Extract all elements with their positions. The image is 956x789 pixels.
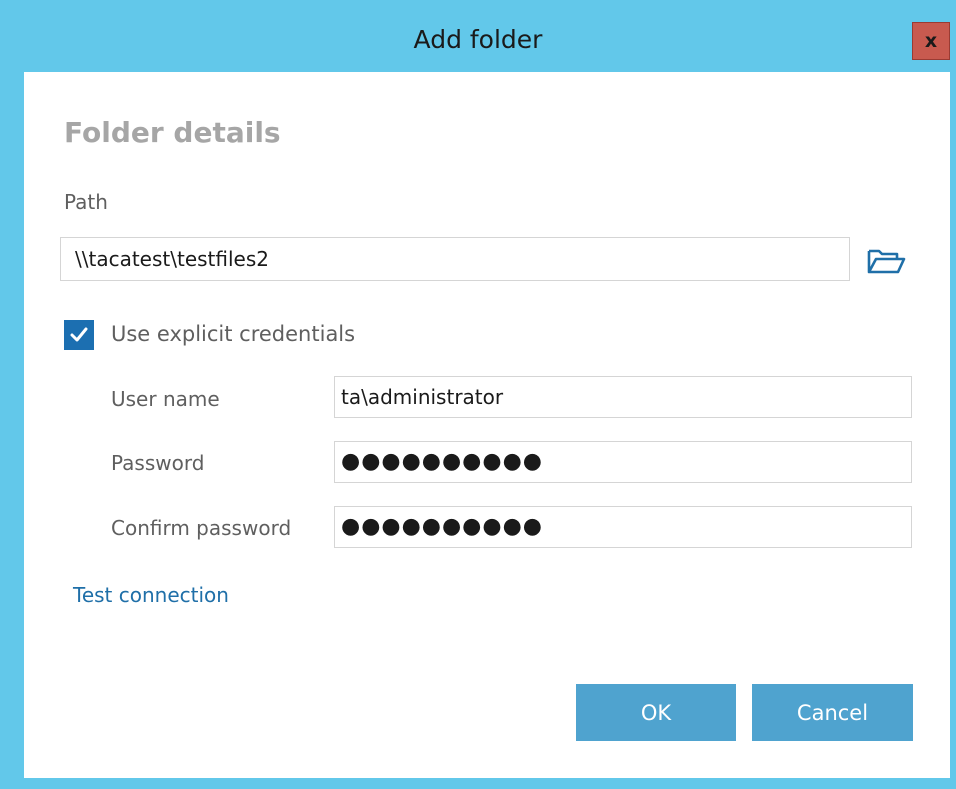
password-input[interactable]: ●●●●●●●●●● (334, 441, 912, 483)
confirm-password-input[interactable]: ●●●●●●●●●● (334, 506, 912, 548)
close-button[interactable]: x (912, 22, 950, 60)
checkmark-icon (70, 327, 88, 342)
ok-button[interactable]: OK (576, 684, 736, 741)
use-explicit-credentials-checkbox[interactable] (64, 320, 94, 350)
user-name-label: User name (111, 387, 220, 411)
path-label: Path (64, 190, 108, 214)
password-label: Password (111, 451, 205, 475)
add-folder-dialog: Add folder x Folder details Path \\tacat… (0, 0, 956, 789)
user-name-input[interactable]: ta\administrator (334, 376, 912, 418)
cancel-button[interactable]: Cancel (752, 684, 913, 741)
confirm-password-label: Confirm password (111, 516, 292, 540)
folder-open-icon[interactable] (866, 246, 906, 276)
test-connection-link[interactable]: Test connection (73, 583, 229, 607)
dialog-title: Add folder (413, 25, 543, 54)
title-bar: Add folder x (0, 0, 956, 72)
section-title: Folder details (64, 116, 281, 149)
path-input[interactable]: \\tacatest\testfiles2 (60, 237, 850, 281)
close-icon: x (924, 29, 938, 52)
use-explicit-credentials-label[interactable]: Use explicit credentials (111, 322, 355, 346)
dialog-content: Folder details Path \\tacatest\testfiles… (24, 72, 950, 778)
